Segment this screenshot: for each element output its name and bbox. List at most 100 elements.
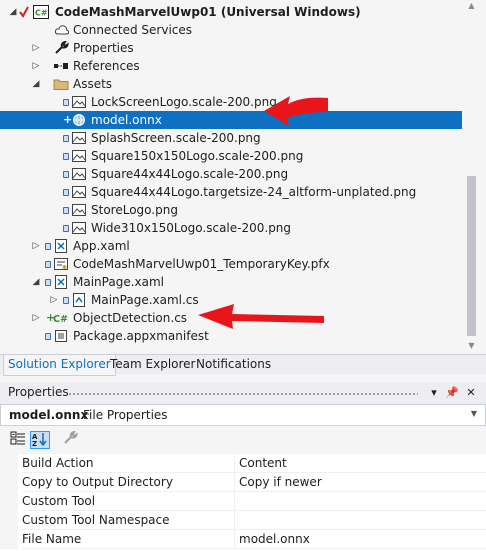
lock-icon [63, 297, 69, 304]
property-name: Custom Tool [22, 492, 234, 511]
tree-item-wide310[interactable]: Wide310x150Logo.scale-200.png [0, 219, 462, 237]
expand-arrow-icon[interactable]: ▷ [49, 291, 59, 309]
property-row-file-name[interactable]: File Name model.onnx [0, 530, 486, 549]
lock-icon [63, 99, 69, 106]
tree-item-mainpage-xaml[interactable]: ◢ MainPage.xaml [0, 273, 462, 291]
svg-text:C#: C# [53, 314, 68, 325]
sort-alphabetical-icon[interactable]: AZ [30, 431, 50, 449]
drag-grip[interactable] [68, 392, 418, 396]
property-name: Copy to Output Directory [22, 473, 234, 492]
property-row-custom-tool-namespace[interactable]: Custom Tool Namespace [0, 511, 486, 530]
item-label: MainPage.xaml.cs [91, 293, 199, 307]
item-label: Square150x150Logo.scale-200.png [91, 149, 304, 163]
project-label: CodeMashMarvelUwp01 (Universal Windows) [55, 5, 361, 19]
references-icon [54, 63, 68, 69]
properties-toolbar: AZ [0, 427, 486, 453]
property-value[interactable]: Copy if newer [234, 473, 486, 492]
lock-icon [63, 153, 69, 160]
tree-item-properties[interactable]: ▷ Properties [0, 39, 462, 57]
tab-team-explorer[interactable]: Team Explorer [106, 355, 200, 375]
image-file-icon [72, 96, 86, 108]
item-label: ObjectDetection.cs [73, 311, 188, 325]
expand-arrow-icon[interactable]: ▷ [31, 57, 41, 75]
lock-icon [63, 225, 69, 232]
categorized-icon[interactable] [8, 431, 28, 449]
svg-text:C#: C# [35, 9, 48, 18]
csharp-file-icon: C# [53, 314, 68, 325]
add-icon: + [63, 113, 73, 126]
item-label: SplashScreen.scale-200.png [91, 131, 261, 145]
property-row-custom-tool[interactable]: Custom Tool [0, 492, 486, 511]
expand-arrow-icon[interactable]: ▷ [31, 39, 41, 57]
property-name: File Name [22, 530, 234, 549]
tab-solution-explorer[interactable]: Solution Explorer [3, 355, 116, 376]
item-label: Assets [73, 77, 113, 91]
cloud-icon [54, 25, 70, 35]
chevron-down-icon[interactable]: ▼ [471, 409, 477, 418]
globe-file-icon [73, 114, 85, 126]
property-value[interactable] [234, 492, 486, 511]
expand-arrow-icon[interactable]: ▷ [31, 237, 41, 255]
property-name: Custom Tool Namespace [22, 511, 234, 530]
folder-icon [53, 79, 69, 90]
object-selector[interactable]: model.onnx File Properties ▼ [0, 404, 486, 426]
item-label: Package.appxmanifest [73, 329, 209, 343]
tab-notifications[interactable]: Notifications [192, 355, 275, 375]
tree-item-square44-target[interactable]: Square44x44Logo.targetsize-24_altform-un… [0, 183, 462, 201]
property-value[interactable]: Content [234, 454, 486, 473]
property-pages-wrench-icon[interactable] [60, 430, 80, 449]
dropdown-icon[interactable]: ▾ [427, 385, 441, 401]
lock-icon [63, 135, 69, 142]
item-label: StoreLogo.png [91, 203, 178, 217]
tree-item-references[interactable]: ▷ References [0, 57, 462, 75]
tree-item-app-xaml[interactable]: ▷ App.xaml [0, 237, 462, 255]
tree-item-model-onnx[interactable]: + model.onnx [0, 111, 462, 129]
collapse-arrow-icon[interactable]: ◢ [8, 3, 18, 21]
image-file-icon [72, 222, 86, 234]
tree-item-project[interactable]: ◢ C# CodeMashMarvelUwp01 (Universal Wind… [0, 3, 462, 21]
tree-item-splashscreen[interactable]: SplashScreen.scale-200.png [0, 129, 462, 147]
item-label: Square44x44Logo.targetsize-24_altform-un… [91, 185, 417, 199]
item-label: Properties [73, 41, 134, 55]
wrench-icon [55, 41, 69, 54]
tree-item-square150[interactable]: Square150x150Logo.scale-200.png [0, 147, 462, 165]
tree-item-assets[interactable]: ◢ Assets [0, 75, 462, 93]
lock-icon [45, 243, 51, 250]
expand-arrow-icon[interactable]: ▷ [31, 309, 41, 327]
tool-window-tabs: Solution Explorer Team Explorer Notifica… [0, 354, 486, 376]
code-behind-file-icon [73, 293, 85, 307]
collapse-arrow-icon[interactable]: ◢ [31, 273, 41, 291]
object-type: File Properties [83, 408, 168, 422]
pin-icon[interactable]: 📌 [445, 385, 459, 401]
property-name: Build Action [22, 454, 234, 473]
tree-item-square44[interactable]: Square44x44Logo.scale-200.png [0, 165, 462, 183]
property-row-build-action[interactable]: Build Action Content [0, 454, 486, 473]
property-row-copy-output[interactable]: Copy to Output Directory Copy if newer [0, 473, 486, 492]
property-value[interactable]: model.onnx [234, 530, 486, 549]
close-icon[interactable]: ✕ [464, 385, 478, 401]
image-file-icon [72, 186, 86, 198]
grid-gutter [0, 511, 18, 530]
image-file-icon [72, 168, 86, 180]
property-grid: Build Action Content Copy to Output Dire… [0, 454, 486, 551]
grid-gutter [0, 454, 18, 473]
xaml-file-icon [55, 275, 67, 289]
item-label: References [73, 59, 140, 73]
tree-item-temp-key[interactable]: CodeMashMarvelUwp01_TemporaryKey.pfx [0, 255, 462, 273]
item-label: model.onnx [91, 113, 162, 127]
annotation-arrow [264, 96, 328, 126]
tree-item-lockscreen-logo[interactable]: LockScreenLogo.scale-200.png [0, 93, 462, 111]
tree-item-connected-services[interactable]: Connected Services [0, 21, 462, 39]
vertical-scrollbar[interactable]: ▲ ▼ [463, 0, 480, 354]
property-value[interactable] [234, 511, 486, 530]
lock-icon [45, 333, 51, 340]
scroll-up-icon[interactable]: ▲ [463, 0, 480, 12]
annotation-arrow [198, 304, 324, 329]
tree-item-storelogo[interactable]: StoreLogo.png [0, 201, 462, 219]
xaml-file-icon [55, 239, 67, 253]
scroll-down-icon[interactable]: ▼ [463, 340, 480, 352]
collapse-arrow-icon[interactable]: ◢ [31, 75, 41, 93]
scroll-thumb[interactable] [467, 176, 476, 336]
grid-gutter [0, 530, 18, 549]
properties-title: Properties [8, 385, 69, 399]
